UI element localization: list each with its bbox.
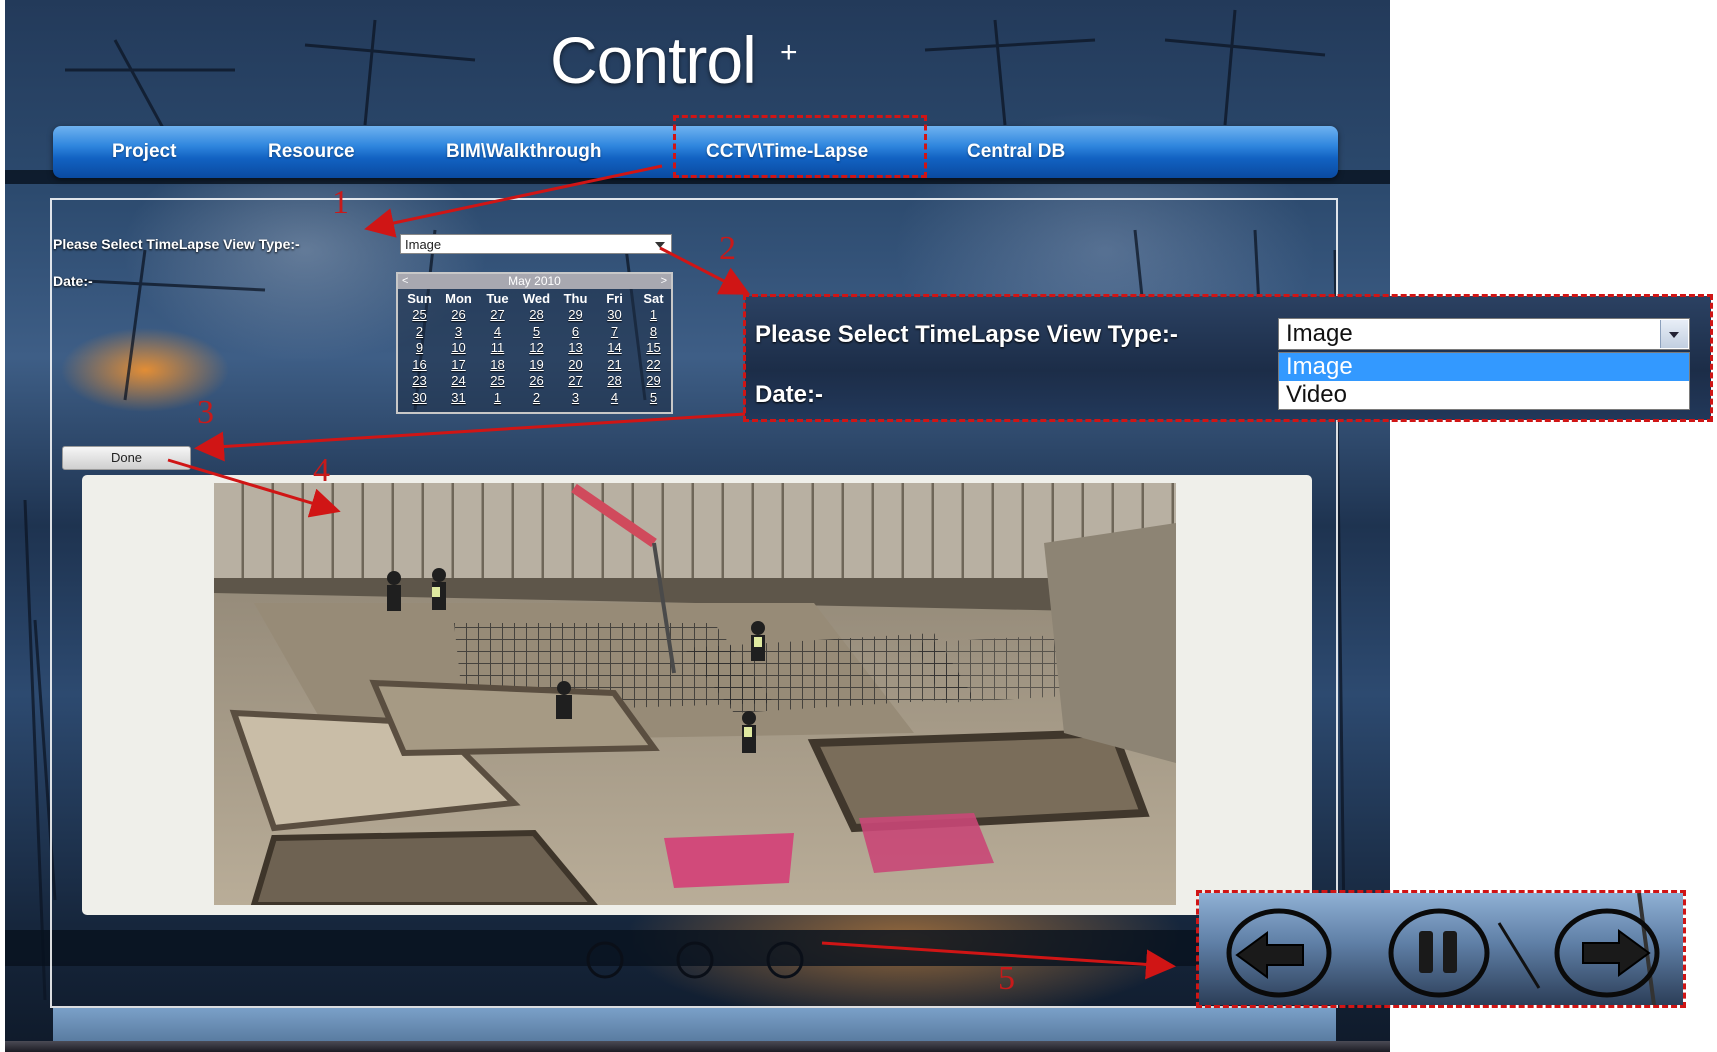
calendar-day[interactable]: 28 (517, 307, 556, 324)
nav-project[interactable]: Project (112, 126, 176, 178)
calendar-day[interactable]: 19 (517, 357, 556, 374)
calendar-weekday: Fri (606, 291, 623, 306)
calendar-weekday: Thu (563, 291, 588, 306)
calendar-day[interactable]: 30 (400, 390, 439, 407)
calendar-day[interactable]: 6 (556, 324, 595, 341)
calendar-day[interactable]: 26 (517, 373, 556, 390)
callout-cctv-tab-highlight (673, 115, 927, 178)
calendar-day[interactable]: 8 (634, 324, 673, 341)
forward-arrow-icon[interactable] (766, 941, 804, 979)
annotation-number-5: 5 (998, 960, 1015, 997)
calendar-weekday: Mon (445, 291, 472, 306)
annotation-number-3: 3 (197, 394, 214, 431)
view-type-value: Image (405, 237, 442, 252)
timelapse-construction-photo (214, 483, 1176, 905)
done-button[interactable]: Done (62, 446, 191, 470)
callout-zoom-playback (1196, 890, 1686, 1008)
nav-central-db[interactable]: Central DB (967, 126, 1065, 178)
calendar-day[interactable]: 27 (478, 307, 517, 324)
calendar-day[interactable]: 24 (439, 373, 478, 390)
nav-resource[interactable]: Resource (268, 126, 355, 178)
calendar-day[interactable]: 2 (400, 324, 439, 341)
calendar-grid: Sun Mon Tue Wed Thu Fri Sat 25 26 27 28 29 30… (400, 291, 673, 406)
annotation-number-2: 2 (719, 230, 736, 267)
calendar-day[interactable]: 25 (478, 373, 517, 390)
calendar-day[interactable]: 4 (595, 390, 634, 407)
calendar-weekday: Sat (643, 291, 664, 306)
calendar-day[interactable]: 4 (478, 324, 517, 341)
calendar-day[interactable]: 10 (439, 340, 478, 357)
date-label: Date:- (53, 273, 93, 289)
calendar-day[interactable]: 27 (556, 373, 595, 390)
annotation-number-1: 1 (332, 184, 349, 221)
calendar-weekday: Tue (486, 291, 509, 306)
calendar-day[interactable]: 30 (595, 307, 634, 324)
annotation-number-4: 4 (313, 452, 330, 489)
calendar-day[interactable]: 3 (556, 390, 595, 407)
calendar-month-label: May 2010 (508, 274, 561, 288)
calendar-day[interactable]: 16 (400, 357, 439, 374)
calendar-day[interactable]: 5 (517, 324, 556, 341)
calendar-day[interactable]: 20 (556, 357, 595, 374)
calendar-prev-month[interactable]: < (402, 274, 408, 289)
app-title-plus: + (780, 36, 798, 69)
calendar-header: < May 2010 > (398, 274, 671, 289)
calendar-day[interactable]: 14 (595, 340, 634, 357)
dropdown-arrow-icon[interactable] (655, 242, 665, 248)
view-type-label: Please Select TimeLapse View Type:- (53, 236, 300, 252)
calendar-day[interactable]: 25 (400, 307, 439, 324)
calendar-day[interactable]: 15 (634, 340, 673, 357)
calendar-day[interactable]: 13 (556, 340, 595, 357)
calendar-day[interactable]: 18 (478, 357, 517, 374)
view-type-select[interactable]: Image (400, 234, 672, 254)
calendar-day[interactable]: 3 (439, 324, 478, 341)
os-taskbar (5, 1041, 1390, 1052)
calendar-next-month[interactable]: > (661, 274, 667, 289)
callout-zoom-view-type (743, 294, 1713, 422)
back-arrow-icon[interactable] (586, 941, 624, 979)
app-title: Control (550, 23, 757, 97)
date-calendar: < May 2010 > Sun Mon Tue Wed Thu Fri Sat… (396, 272, 673, 414)
pause-icon[interactable] (676, 941, 714, 979)
calendar-weekday: Sun (407, 291, 432, 306)
calendar-day[interactable]: 12 (517, 340, 556, 357)
calendar-day[interactable]: 29 (556, 307, 595, 324)
calendar-day[interactable]: 7 (595, 324, 634, 341)
calendar-day[interactable]: 22 (634, 357, 673, 374)
calendar-day[interactable]: 31 (439, 390, 478, 407)
calendar-weekday: Wed (522, 291, 551, 306)
calendar-day[interactable]: 28 (595, 373, 634, 390)
nav-bim-walkthrough[interactable]: BIM\Walkthrough (446, 126, 602, 178)
calendar-day[interactable]: 1 (634, 307, 673, 324)
viewer-playback-controls (586, 941, 804, 979)
calendar-day[interactable]: 17 (439, 357, 478, 374)
calendar-day[interactable]: 2 (517, 390, 556, 407)
calendar-day[interactable]: 29 (634, 373, 673, 390)
calendar-day[interactable]: 26 (439, 307, 478, 324)
calendar-day[interactable]: 5 (634, 390, 673, 407)
calendar-day[interactable]: 21 (595, 357, 634, 374)
calendar-day[interactable]: 9 (400, 340, 439, 357)
calendar-day[interactable]: 11 (478, 340, 517, 357)
calendar-day[interactable]: 1 (478, 390, 517, 407)
calendar-day[interactable]: 23 (400, 373, 439, 390)
